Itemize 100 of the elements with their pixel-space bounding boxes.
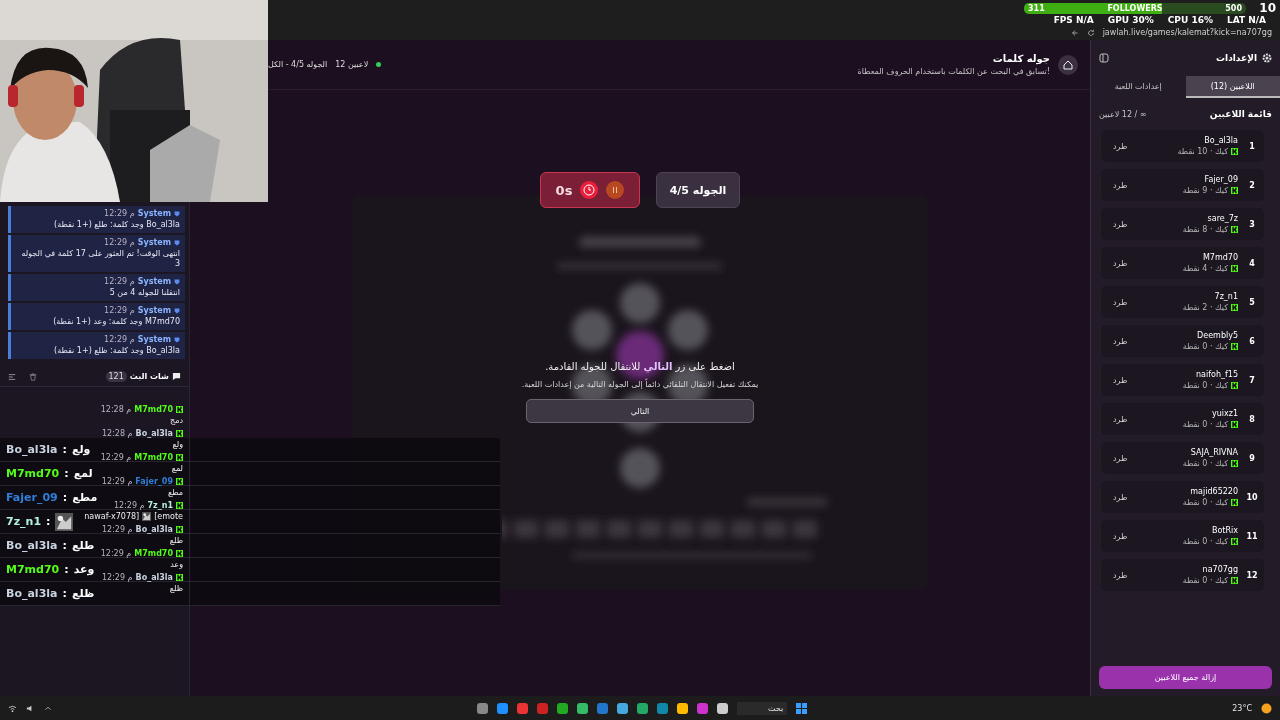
overlay-message: ولع <box>71 443 91 456</box>
kick-logo-icon <box>1231 382 1238 389</box>
message-text: طلع <box>169 536 183 545</box>
player-name: Deembly5 <box>1197 331 1238 340</box>
sun-icon[interactable] <box>1261 702 1272 714</box>
taskbar-app-icon[interactable] <box>577 702 589 714</box>
tab[interactable]: اللاعبين (12) <box>1185 76 1280 98</box>
player-score: كيك · 0 نقطة <box>1182 537 1228 546</box>
player-rank: 11 <box>1246 531 1258 541</box>
player-name: na707gg <box>1202 565 1238 574</box>
kick-button[interactable]: طرد <box>1111 490 1130 504</box>
message-text: Bo_al3la وجد كلمة: طلع (+1 نقطة) <box>54 220 180 230</box>
pause-button-icon[interactable] <box>606 181 625 199</box>
player-score: كيك · 9 نقطة <box>1182 186 1228 195</box>
overlay-username: Bo_al3la <box>6 539 58 552</box>
message-text: انتقلنا للجوله 4 من 5 <box>109 288 180 298</box>
message-time: 12:28 م <box>102 429 133 438</box>
goal-target: 500 <box>1225 4 1242 13</box>
player-score: كيك · 0 نقطة <box>1182 498 1228 507</box>
kick-logo-icon <box>1231 499 1238 506</box>
wifi-icon[interactable] <box>8 703 17 713</box>
remove-all-button[interactable]: إزالة جميع اللاعبين <box>1099 666 1272 689</box>
taskbar-app-icon[interactable] <box>557 702 569 714</box>
taskbar-app-icon[interactable] <box>717 702 729 714</box>
kick-button[interactable]: طرد <box>1111 139 1130 153</box>
overlay-separator: : <box>62 539 67 552</box>
address-bar-url[interactable]: jawlah.live/games/kalemat?kick=na707gg <box>1102 28 1272 37</box>
player-rank: 6 <box>1248 336 1256 346</box>
player-name: BotRix <box>1211 526 1238 535</box>
username: Bo_al3la <box>135 573 173 582</box>
overlay-separator: : <box>46 515 51 528</box>
next-button[interactable]: التالي <box>526 399 754 423</box>
emote-icon <box>55 512 74 531</box>
gpu-stat: GPU 30% <box>1107 15 1154 25</box>
home-button[interactable] <box>1058 54 1078 75</box>
list-icon[interactable] <box>8 372 16 381</box>
shield-icon <box>174 307 180 314</box>
player-score: كيك · 2 نقطة <box>1182 303 1228 312</box>
kick-logo-icon <box>1231 577 1238 584</box>
player-rank: 10 <box>1246 492 1258 502</box>
taskbar-search[interactable]: بحث <box>737 701 788 715</box>
kick-button[interactable]: طرد <box>1111 217 1130 231</box>
taskbar-app-icon[interactable] <box>497 702 509 714</box>
player-score: كيك · 0 نقطة <box>1182 576 1228 585</box>
taskbar-app-icon[interactable] <box>637 702 649 714</box>
kick-button[interactable]: طرد <box>1111 451 1130 465</box>
message-count: 121 <box>105 371 127 382</box>
taskbar-app-icon[interactable] <box>477 702 489 714</box>
chevron-up-icon[interactable] <box>44 704 52 712</box>
online-dot-icon <box>376 62 382 67</box>
message-text: M7md70 وجد كلمة: وعد (+1 نقطة) <box>53 317 180 327</box>
kick-button[interactable]: طرد <box>1111 295 1130 309</box>
kick-logo-icon <box>1231 265 1238 272</box>
settings-icon <box>1262 53 1272 63</box>
message-time: 12:29 م <box>104 306 135 315</box>
collapse-panel-icon[interactable] <box>1099 53 1109 63</box>
cpu-stat: CPU 16% <box>1167 15 1213 25</box>
reload-icon[interactable] <box>1086 29 1095 37</box>
player-rank: 4 <box>1248 258 1256 268</box>
kick-button[interactable]: طرد <box>1111 412 1130 426</box>
tab[interactable]: إعدادات اللعبة <box>1091 76 1186 98</box>
kick-logo-icon <box>1231 460 1238 467</box>
latency-stat: LAT N/A <box>1226 15 1266 25</box>
sender-name: System <box>137 209 171 218</box>
player-rank: 5 <box>1248 297 1256 307</box>
username: Bo_al3la <box>135 429 173 438</box>
message-text: Bo_al3la وجد كلمة: ظلع (+1 نقطة) <box>54 346 180 356</box>
player-rank: 3 <box>1248 219 1256 229</box>
back-arrow-icon[interactable] <box>1070 29 1079 37</box>
kick-button[interactable]: طرد <box>1111 373 1130 387</box>
list-title: قائمة اللاعبين <box>1209 109 1272 119</box>
message-time: 12:29 م <box>100 453 132 462</box>
follower-count: 10 <box>1259 1 1276 15</box>
game-subtitle: تسابق في البحث عن الكلمات باستخدام الحروف المعطاة! <box>857 67 1050 76</box>
taskbar-app-icon[interactable] <box>677 702 689 714</box>
player-capacity: ∞ / 12 لاعبين <box>1099 109 1147 119</box>
overlay-message: وعد <box>73 563 95 576</box>
overlay-username: Fajer_09 <box>6 491 58 504</box>
overlay-separator: : <box>62 443 67 456</box>
taskbar-app-icon[interactable] <box>617 702 629 714</box>
player-rank: 2 <box>1248 180 1256 190</box>
kick-button[interactable]: طرد <box>1111 568 1130 582</box>
player-name: 7z_n1 <box>1214 292 1238 301</box>
windows-start-icon[interactable] <box>796 702 808 714</box>
player-name: Fajer_09 <box>1204 175 1238 184</box>
message-time: 12:29 م <box>101 477 133 486</box>
player-rank: 12 <box>1246 570 1258 580</box>
player-rank: 7 <box>1248 375 1256 385</box>
kick-button[interactable]: طرد <box>1111 256 1130 270</box>
trash-icon[interactable] <box>29 372 37 381</box>
kick-logo-icon <box>176 406 183 413</box>
kick-button[interactable]: طرد <box>1111 334 1130 348</box>
timer-value: 0s <box>555 182 573 198</box>
kick-button[interactable]: طرد <box>1111 529 1130 543</box>
kick-button[interactable]: طرد <box>1111 178 1130 192</box>
next-round-message: اضغط على زر التالي للانتقال للجوله القادمة. <box>545 361 735 372</box>
kick-logo-icon <box>1231 148 1238 155</box>
message-time: 12:28 م <box>100 405 132 414</box>
weather-temperature[interactable]: 23°C <box>1232 703 1252 713</box>
settings-title: الإعدادات <box>1216 53 1257 63</box>
